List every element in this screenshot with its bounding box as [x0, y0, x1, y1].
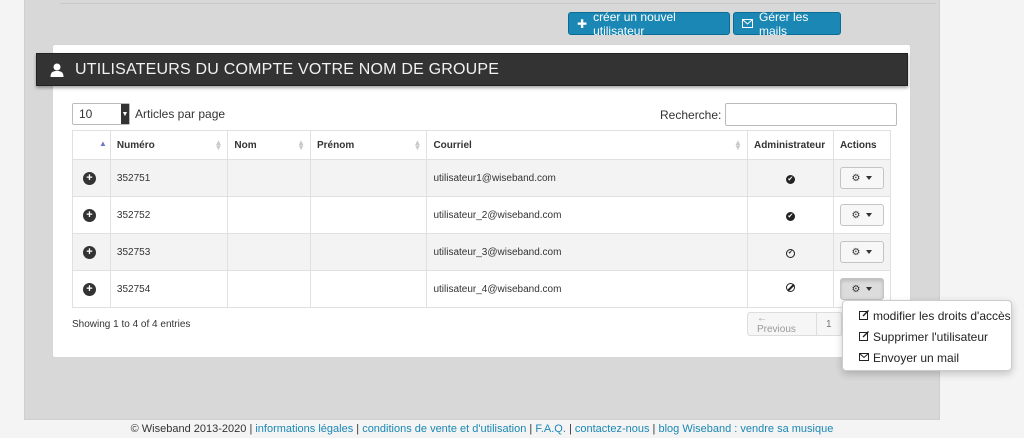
- edit-icon: [859, 330, 869, 344]
- cell-nom: [227, 159, 311, 197]
- top-divider: [60, 0, 936, 4]
- footer: © Wiseband 2013-2020 | informations léga…: [130, 423, 834, 435]
- table-row: + 352751 utilisateur1@wiseband.com ✔ ⚙: [72, 159, 892, 197]
- column-header-numero[interactable]: Numéro ▲ ▼: [109, 130, 229, 160]
- cell-courriel: utilisateur_3@wiseband.com: [426, 233, 748, 271]
- admin-yes-icon: ✔: [785, 174, 795, 184]
- envelope-icon: [859, 351, 869, 365]
- table-row: + 352753 utilisateur_3@wiseband.com ✔ ⚙: [72, 233, 892, 271]
- previous-page-button[interactable]: ← Previous: [748, 313, 817, 335]
- footer-copyright: © Wiseband 2013-2020: [130, 423, 247, 435]
- cell-prenom: [309, 159, 428, 197]
- caret-down-icon: [866, 287, 873, 291]
- search-input[interactable]: [725, 103, 898, 126]
- edit-icon: [859, 309, 869, 323]
- cell-courriel: utilisateur_4@wiseband.com: [426, 270, 748, 308]
- column-header-expand[interactable]: ▲: [72, 130, 111, 160]
- envelope-icon: [742, 17, 753, 31]
- page-length-control: 10 ▼ Articles par page: [72, 103, 225, 125]
- table-info: Showing 1 to 4 of 4 entries: [72, 319, 191, 330]
- cell-prenom: [309, 196, 428, 234]
- row-actions-button[interactable]: ⚙: [839, 241, 884, 263]
- create-user-label: créer un nouvel utilisateur: [593, 9, 676, 38]
- menu-item-edit-rights[interactable]: modifier les droits d'accès: [843, 305, 1011, 326]
- manage-mails-label: Gérer les mails: [759, 9, 809, 38]
- caret-down-icon: [866, 176, 873, 180]
- sort-icon: ▲ ▼: [297, 138, 305, 152]
- actions-dropdown-menu: modifier les droits d'accès Supprimer l'…: [842, 300, 1012, 371]
- expand-row-icon[interactable]: +: [83, 282, 96, 296]
- column-header-actions: Actions: [832, 130, 892, 160]
- cell-numero: 352752: [109, 196, 229, 234]
- search-control: Recherche:: [660, 103, 898, 126]
- table-header-row: ▲ Numéro ▲ ▼ Nom ▲ ▼ Prénom ▲ ▼ Courriel ▲ ▼ Adm…: [72, 130, 892, 160]
- expand-row-icon[interactable]: +: [83, 208, 96, 222]
- cell-numero: 352754: [109, 270, 229, 308]
- row-actions-button-open[interactable]: ⚙: [839, 278, 884, 300]
- create-user-button[interactable]: ✚ créer un nouvel utilisateur: [568, 9, 730, 38]
- cell-numero: 352751: [109, 159, 229, 197]
- cell-nom: [227, 196, 311, 234]
- sort-icon: ▲ ▼: [413, 138, 422, 152]
- sort-icon: ▲ ▼: [734, 138, 742, 152]
- pagination: ← Previous 1: [747, 312, 843, 336]
- page-length-value: 10: [79, 107, 93, 121]
- caret-down-icon: [866, 213, 873, 217]
- footer-link-legal[interactable]: informations légales: [255, 423, 353, 435]
- sort-asc-icon: ▲: [99, 139, 107, 148]
- cell-nom: [227, 270, 311, 308]
- user-icon: [49, 62, 65, 78]
- admin-pending-icon: ✔: [785, 249, 795, 258]
- gear-icon: ⚙: [851, 246, 861, 258]
- expand-row-icon[interactable]: +: [83, 171, 96, 185]
- sort-icon: ▲ ▼: [214, 138, 223, 152]
- search-label: Recherche:: [660, 107, 722, 122]
- page-length-label: Articles par page: [135, 107, 226, 121]
- panel-header: UTILISATEURS DU COMPTE VOTRE NOM DE GROU…: [36, 53, 908, 86]
- cell-numero: 352753: [109, 233, 229, 271]
- cell-courriel: utilisateur_2@wiseband.com: [426, 196, 748, 234]
- panel-title: UTILISATEURS DU COMPTE VOTRE NOM DE GROU…: [75, 60, 500, 78]
- column-header-nom[interactable]: Nom ▲ ▼: [227, 130, 311, 160]
- table-row: + 352752 utilisateur_2@wiseband.com ✔ ⚙: [72, 196, 892, 234]
- admin-yes-icon: ✔: [785, 211, 795, 221]
- gear-icon: ⚙: [851, 283, 861, 295]
- admin-no-icon: [785, 283, 795, 292]
- manage-mails-button[interactable]: Gérer les mails: [733, 9, 841, 38]
- footer-link-terms[interactable]: conditions de vente et d'utilisation: [362, 423, 526, 435]
- cell-prenom: [309, 233, 428, 271]
- users-table: ▲ Numéro ▲ ▼ Nom ▲ ▼ Prénom ▲ ▼ Courriel ▲ ▼ Adm…: [72, 130, 892, 308]
- row-actions-button[interactable]: ⚙: [839, 167, 884, 189]
- footer-link-contact[interactable]: contactez-nous: [575, 423, 650, 435]
- footer-link-blog[interactable]: blog Wiseband : vendre sa musique: [658, 423, 833, 435]
- row-actions-button[interactable]: ⚙: [839, 204, 884, 226]
- cell-nom: [227, 233, 311, 271]
- gear-icon: ⚙: [851, 209, 861, 221]
- gear-icon: ⚙: [851, 172, 861, 184]
- page-length-select[interactable]: 10 ▼: [72, 103, 130, 125]
- column-header-prenom[interactable]: Prénom ▲ ▼: [309, 130, 428, 160]
- menu-item-send-mail[interactable]: Envoyer un mail: [843, 347, 1011, 368]
- page-1-button[interactable]: 1: [817, 313, 842, 335]
- column-header-courriel[interactable]: Courriel ▲ ▼: [426, 130, 748, 160]
- column-header-administrateur: Administrateur: [746, 130, 834, 160]
- plus-icon: ✚: [577, 16, 588, 31]
- cell-courriel: utilisateur1@wiseband.com: [426, 159, 748, 197]
- menu-item-delete-user[interactable]: Supprimer l'utilisateur: [843, 326, 1011, 347]
- table-row: + 352754 utilisateur_4@wiseband.com ⚙: [72, 270, 892, 308]
- expand-row-icon[interactable]: +: [83, 245, 96, 259]
- cell-prenom: [309, 270, 428, 308]
- select-arrow-icon: ▼: [121, 104, 129, 124]
- footer-link-faq[interactable]: F.A.Q.: [535, 423, 566, 435]
- caret-down-icon: [866, 250, 873, 254]
